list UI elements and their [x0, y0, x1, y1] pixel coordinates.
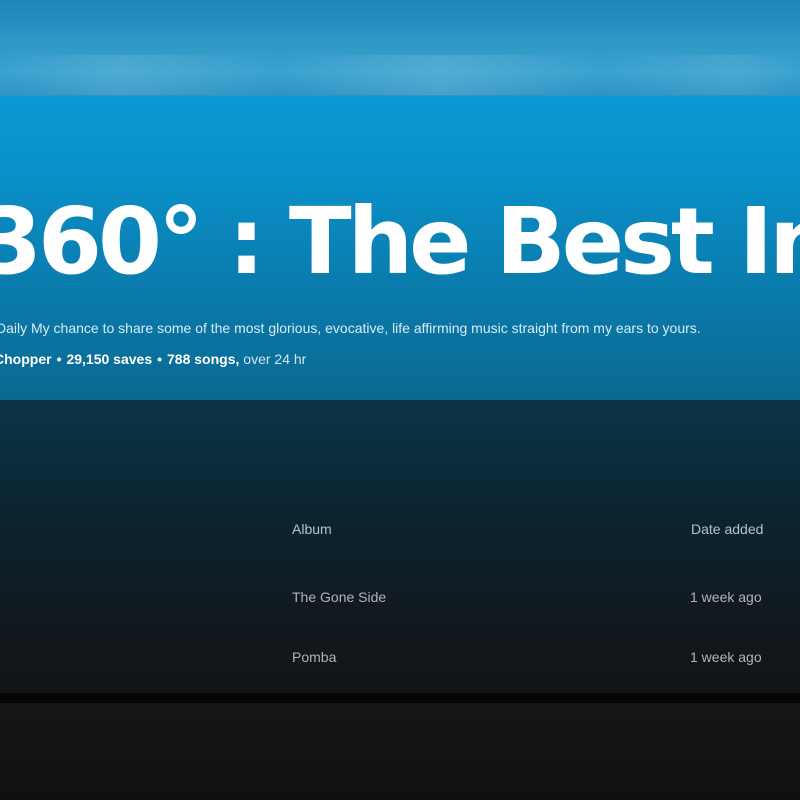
divider — [0, 693, 800, 703]
column-header-album[interactable]: Album — [292, 521, 332, 537]
playlist-header: 360° : The Best Indie Daily My chance to… — [0, 96, 800, 400]
track-list: Album Date added The Gone Side 1 week ag… — [0, 400, 800, 693]
track-album-link[interactable]: The Gone Side — [292, 589, 386, 605]
top-blurred-band — [0, 0, 800, 96]
column-header-date-added[interactable]: Date added — [691, 521, 763, 537]
separator-dot: • — [56, 351, 62, 367]
app-viewport: 360° : The Best Indie Daily My chance to… — [0, 0, 800, 800]
now-playing-bar — [0, 703, 800, 800]
playlist-title: 360° : The Best Indie — [0, 188, 800, 295]
playlist-song-count: 788 songs, — [167, 351, 240, 367]
track-date-added: 1 week ago — [690, 649, 762, 665]
playlist-description: Daily My chance to share some of the mos… — [0, 320, 701, 336]
playlist-duration: over 24 hr — [243, 351, 307, 367]
playlist-saves: 29,150 saves — [66, 351, 153, 367]
playlist-meta: Chopper•29,150 saves•788 songs, over 24 … — [0, 351, 306, 367]
separator-dot: • — [157, 351, 163, 367]
track-date-added: 1 week ago — [690, 589, 762, 605]
track-album-link[interactable]: Pomba — [292, 649, 336, 665]
playlist-owner-link[interactable]: Chopper — [0, 351, 52, 367]
